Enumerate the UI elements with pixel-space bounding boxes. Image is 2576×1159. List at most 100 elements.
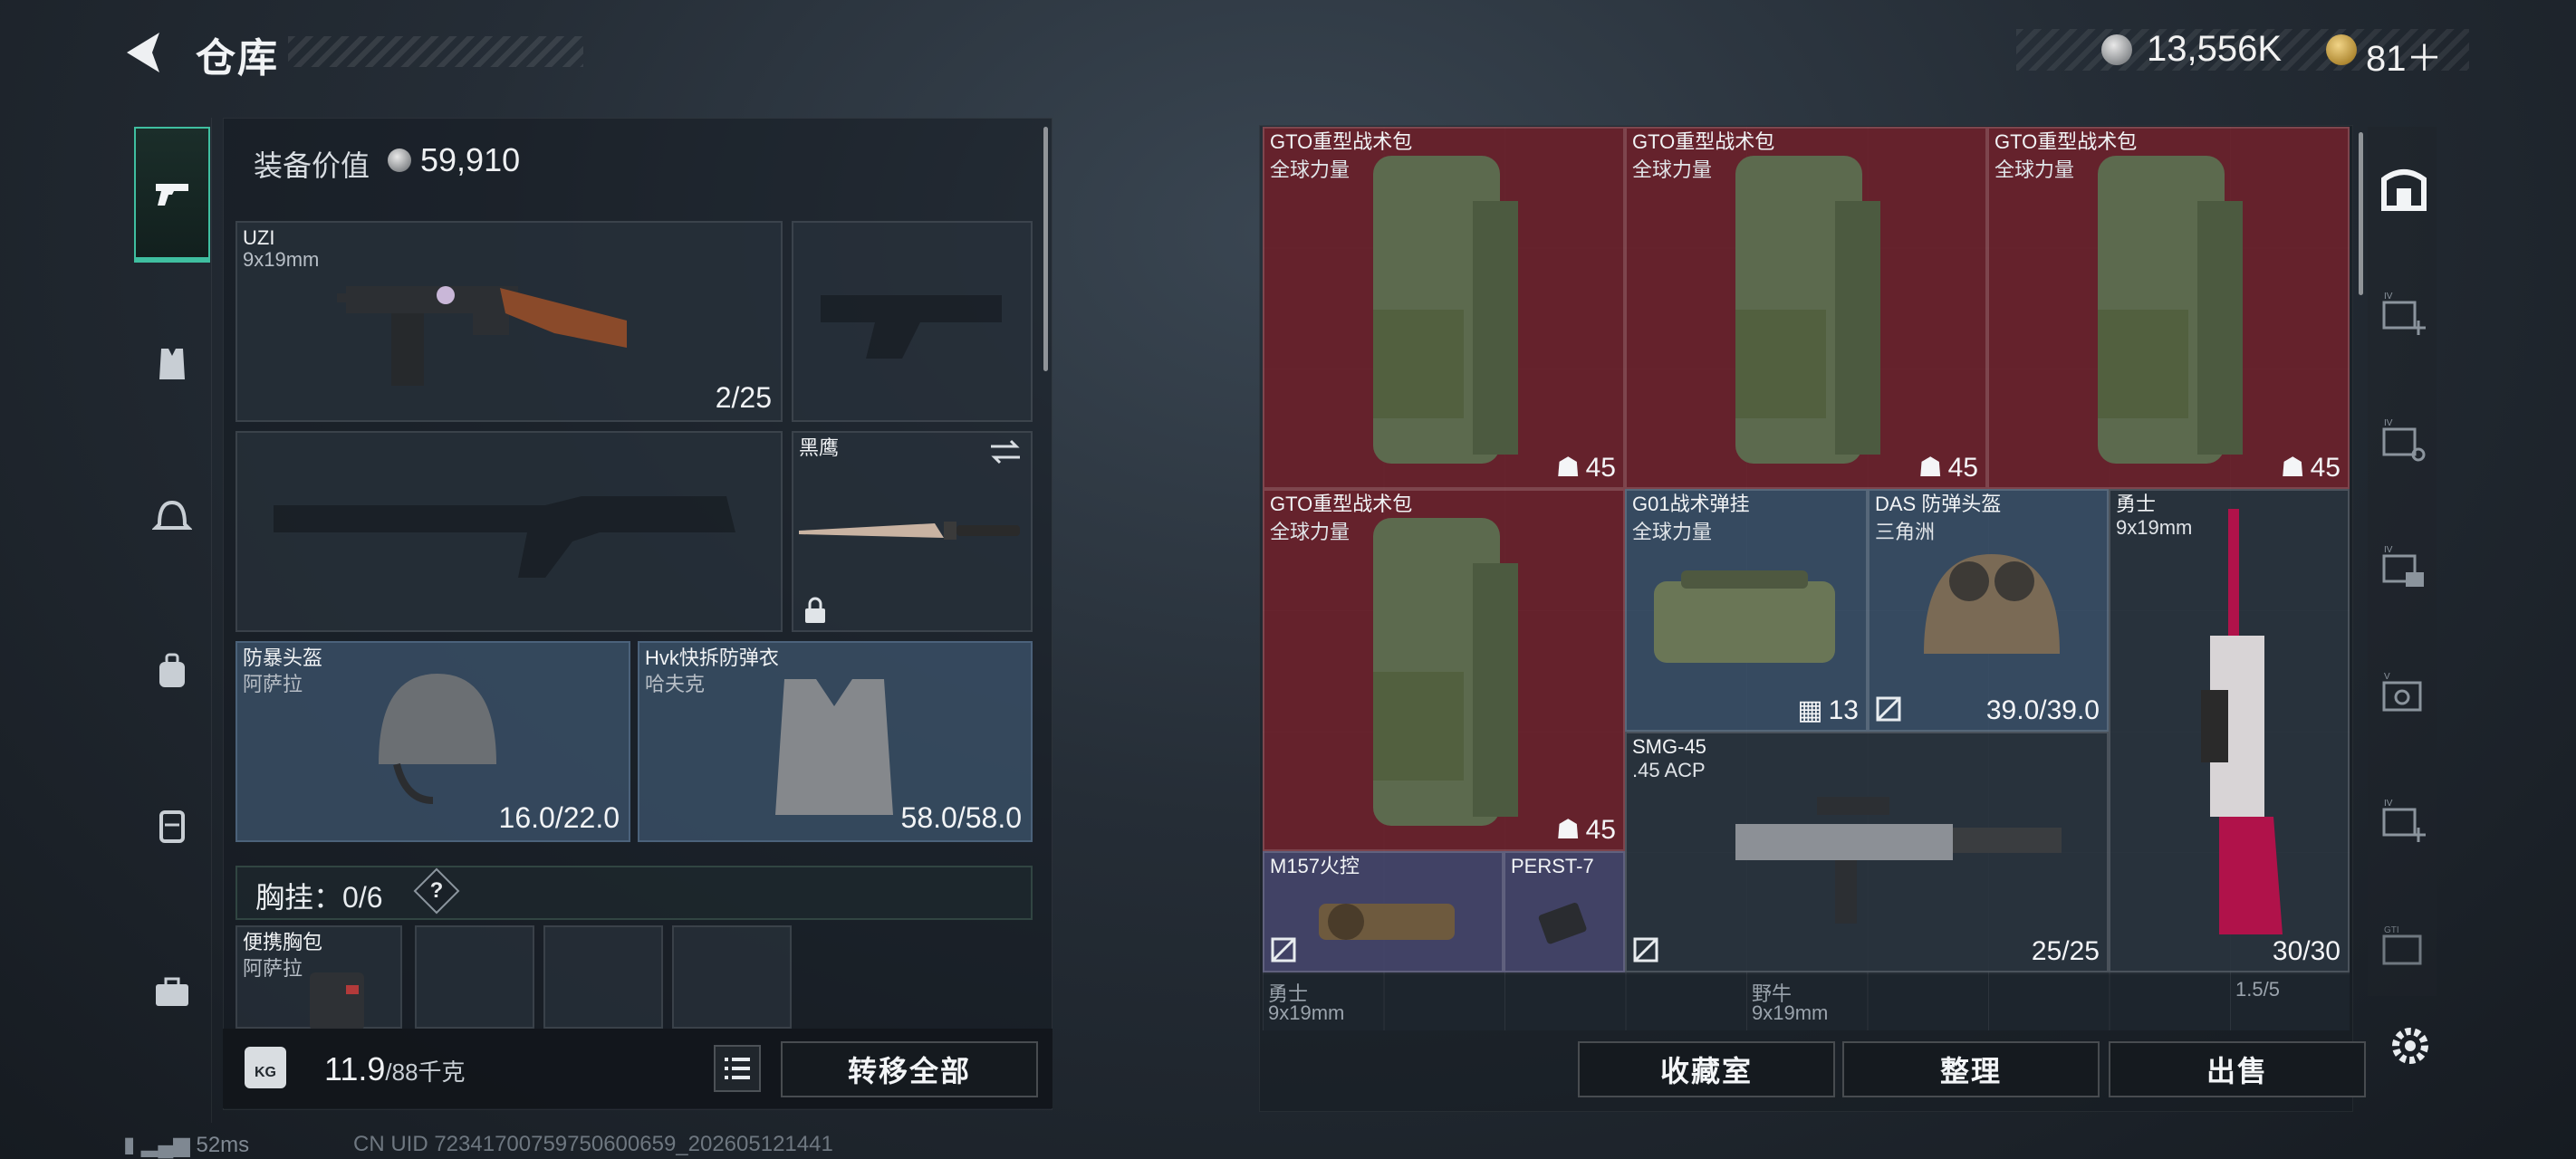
helmet-slot[interactable]: 防暴头盔 阿萨拉 16.0/22.0 bbox=[235, 641, 630, 842]
swap-icon[interactable] bbox=[987, 438, 1024, 465]
helmet-name: 防暴头盔 bbox=[243, 647, 323, 669]
weapon-name: UZI bbox=[243, 226, 275, 249]
settings-gear-icon[interactable] bbox=[2386, 1021, 2435, 1070]
backpack-capacity-icon: ☗ bbox=[2280, 453, 2305, 483]
stash-item-das-helmet[interactable]: DAS 防弹头盔 三角洲 39.0/39.0 bbox=[1868, 489, 2109, 732]
melee-name: 黑鹰 bbox=[799, 436, 840, 459]
svg-text:IV: IV bbox=[2384, 292, 2393, 302]
silver-coin-icon bbox=[388, 148, 411, 172]
equipment-value: 59,910 bbox=[420, 141, 521, 178]
pouch-slot[interactable]: 便携胸包 阿萨拉 bbox=[235, 925, 402, 1030]
rifle-silhouette bbox=[274, 496, 735, 578]
ticket-amount[interactable]: 81＋ bbox=[2366, 29, 2443, 81]
svg-text:IV: IV bbox=[2384, 799, 2393, 809]
page-title: 仓库 bbox=[196, 36, 279, 81]
tab-case[interactable] bbox=[134, 924, 210, 1059]
safebox-icon[interactable] bbox=[2379, 163, 2429, 214]
stash-item-g01-rig[interactable]: G01战术弹挂 全球力量 ▦ 13 bbox=[1625, 489, 1868, 732]
add-slot-icon[interactable]: IV bbox=[2379, 290, 2429, 340]
title-stripe bbox=[288, 36, 583, 67]
pouch-name: 便携胸包 bbox=[243, 931, 323, 953]
weapon-caliber: 9x19mm bbox=[243, 248, 320, 271]
stash-item-warrior-rifle[interactable]: 勇士 9x19mm 30/30 bbox=[2109, 489, 2350, 972]
armor-brand: 哈夫克 bbox=[645, 673, 706, 695]
pouch-image bbox=[310, 972, 364, 1030]
sell-button[interactable]: 出售 bbox=[2109, 1041, 2366, 1097]
tab-backpack[interactable] bbox=[134, 603, 210, 739]
rifle-image bbox=[2201, 509, 2283, 934]
backpack-icon bbox=[159, 653, 185, 687]
list-icon bbox=[725, 1058, 750, 1079]
stash-item-gto-backpack[interactable]: GTO重型战术包 全球力量 ☗ 45 bbox=[1987, 127, 2350, 489]
weapon-ammo: 2/25 bbox=[715, 381, 772, 414]
category-rail bbox=[121, 118, 212, 1123]
vest-icon bbox=[159, 349, 185, 379]
chest-rig-label: 胸挂：0/6 bbox=[255, 881, 383, 914]
rig-slot-3[interactable] bbox=[543, 925, 663, 1029]
tab-helmet[interactable] bbox=[134, 449, 210, 585]
stash-item-gto-backpack[interactable]: GTO重型战术包 全球力量 ☗ 45 bbox=[1625, 127, 1987, 489]
network-status: ▮ ▂▄▆ 52ms bbox=[123, 1133, 250, 1157]
rig-image bbox=[1654, 570, 1835, 663]
svg-text:V: V bbox=[2384, 672, 2390, 682]
stash-grid[interactable]: GTO重型战术包 全球力量 ☗ 45 GTO重型战术包 全球力量 ☗ 45 GTO重… bbox=[1263, 127, 2350, 1030]
no-insure-icon bbox=[1271, 937, 1296, 963]
list-view-button[interactable] bbox=[714, 1045, 761, 1092]
tab-weapons[interactable] bbox=[134, 127, 210, 263]
laser-module-image bbox=[1538, 902, 1587, 944]
case-icon bbox=[156, 977, 188, 1006]
no-insure-icon bbox=[1633, 937, 1658, 963]
stash-item-m157-fire-control[interactable]: M157火控 bbox=[1263, 851, 1504, 972]
key-slot-icon[interactable]: IV bbox=[2379, 417, 2429, 467]
secondary-weapon-slot[interactable] bbox=[792, 221, 1033, 422]
lock-icon bbox=[805, 597, 825, 623]
rig-slot-4[interactable] bbox=[672, 925, 792, 1029]
armor-name: Hvk快拆防弹衣 bbox=[645, 647, 779, 669]
user-uid: CN UID 72341700759750600659_202605121441 bbox=[353, 1132, 833, 1156]
tertiary-weapon-slot[interactable] bbox=[235, 431, 783, 632]
backpack-capacity-icon: ☗ bbox=[1555, 815, 1581, 845]
backpack-image bbox=[1735, 156, 1880, 464]
gold-coin-icon bbox=[2326, 34, 2357, 65]
stash-item-gto-backpack[interactable]: GTO重型战术包 全球力量 ☗ 45 bbox=[1263, 127, 1625, 489]
helmet-image bbox=[1924, 554, 2060, 654]
sort-button[interactable]: 整理 bbox=[1842, 1041, 2100, 1097]
armor-durability: 58.0/58.0 bbox=[900, 801, 1022, 834]
rig-capacity-icon: ▦ bbox=[1797, 695, 1823, 725]
back-icon[interactable] bbox=[120, 27, 165, 78]
tab-rig[interactable] bbox=[134, 757, 210, 893]
helmet-durability: 16.0/22.0 bbox=[498, 801, 620, 834]
add-slot-icon-2[interactable]: IV bbox=[2379, 797, 2429, 848]
rig-icon bbox=[159, 810, 185, 843]
stash-item-smg45[interactable]: SMG-45 .45 ACP 25/25 bbox=[1625, 732, 2109, 972]
no-insure-icon bbox=[1876, 696, 1901, 722]
backpack-image bbox=[1373, 156, 1518, 464]
gti-slot-icon[interactable]: GTI bbox=[2379, 924, 2429, 974]
transfer-all-button[interactable]: 转移全部 bbox=[781, 1041, 1038, 1097]
pistol-icon bbox=[156, 184, 188, 206]
pistol-silhouette bbox=[821, 295, 1002, 359]
melee-slot[interactable]: 黑鹰 bbox=[792, 431, 1033, 632]
svg-text:IV: IV bbox=[2384, 418, 2393, 428]
silver-coin-icon bbox=[2101, 34, 2132, 65]
knife-image bbox=[799, 522, 1020, 540]
stash-item-gto-backpack[interactable]: GTO重型战术包 全球力量 ☗ 45 bbox=[1263, 489, 1625, 851]
armor-slot[interactable]: Hvk快拆防弹衣 哈夫克 58.0/58.0 bbox=[638, 641, 1033, 842]
card-slot-icon[interactable]: IV bbox=[2379, 543, 2429, 594]
tool-slot-icon[interactable]: V bbox=[2379, 670, 2429, 721]
helmet-icon bbox=[152, 500, 192, 530]
backpack-image bbox=[1373, 518, 1518, 826]
collection-room-button[interactable]: 收藏室 bbox=[1578, 1041, 1835, 1097]
rig-slot-2[interactable] bbox=[415, 925, 534, 1029]
backpack-image bbox=[2098, 156, 2243, 464]
tab-armor[interactable] bbox=[134, 295, 210, 431]
loadout-scrollbar[interactable] bbox=[1043, 127, 1048, 371]
scope-image bbox=[1319, 904, 1455, 940]
stash-scrollbar[interactable] bbox=[2359, 132, 2363, 295]
stash-item-perst7[interactable]: PERST-7 bbox=[1504, 851, 1625, 972]
svg-text:GTI: GTI bbox=[2384, 925, 2399, 935]
helmet-image bbox=[379, 674, 496, 804]
svg-text:IV: IV bbox=[2384, 545, 2393, 555]
primary-weapon-slot[interactable]: UZI 9x19mm 2/25 bbox=[235, 221, 783, 422]
uzi-image bbox=[337, 286, 627, 386]
